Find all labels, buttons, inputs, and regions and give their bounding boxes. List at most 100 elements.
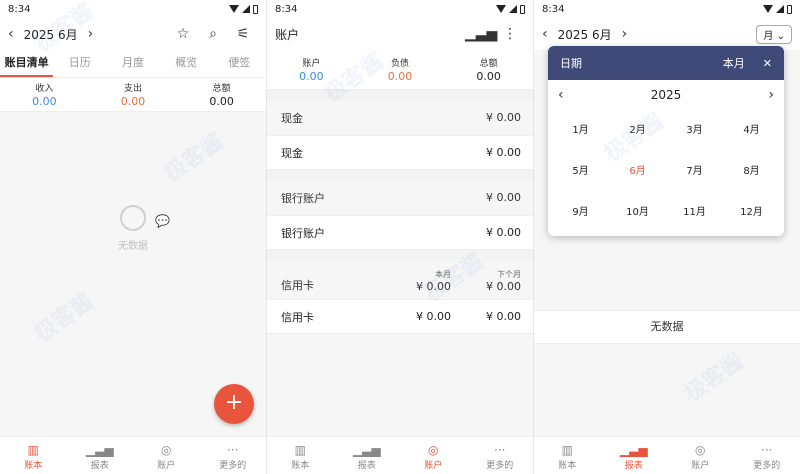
bar-chart-icon: ▁▃▅ xyxy=(352,443,381,457)
status-time: 8:34 xyxy=(275,3,298,15)
group-amount: ¥ 0.00 xyxy=(486,191,521,204)
month-option[interactable]: 5月 xyxy=(552,151,609,192)
status-icons xyxy=(496,4,525,14)
liabilities-summary: 负债 0.00 xyxy=(356,50,445,89)
book-icon: ▥ xyxy=(294,443,306,457)
account-label: 现金 xyxy=(281,146,303,160)
current-month-button[interactable]: 本月 xyxy=(723,55,745,71)
month-option[interactable]: 8月 xyxy=(723,151,780,192)
battery-icon xyxy=(787,4,792,14)
bookmark-star-icon[interactable]: ☆ xyxy=(168,26,198,42)
month-label[interactable]: 2025 6月 xyxy=(558,26,612,43)
income-label: 收入 xyxy=(35,84,54,94)
next-month-icon[interactable]: › xyxy=(622,26,628,42)
col-amount: ¥ 0.00 xyxy=(486,280,521,293)
bottom-nav: ▥ 账本 ▁▃▅ 报表 ◎ 账户 ··· 更多的 xyxy=(267,436,533,474)
assets-value: 0.00 xyxy=(299,70,324,83)
nav-accounts[interactable]: ◎ 账户 xyxy=(133,437,200,474)
month-selector: ‹ 2025 6月 › xyxy=(542,26,627,43)
account-row-cash[interactable]: 现金 ¥ 0.00 xyxy=(267,136,533,170)
nav-label: 账本 xyxy=(291,461,310,471)
nav-more[interactable]: ··· 更多的 xyxy=(734,437,800,474)
next-year-icon[interactable]: › xyxy=(768,87,774,103)
search-icon[interactable]: ⌕ xyxy=(198,26,228,42)
prev-year-icon[interactable]: ‹ xyxy=(558,87,564,103)
expense-label: 支出 xyxy=(124,84,143,94)
nav-label: 报表 xyxy=(357,461,376,471)
coins-icon: ◎ xyxy=(428,443,439,457)
tab-overview[interactable]: 概览 xyxy=(160,50,213,77)
top-bar: ‹ 2025 6月 › ☆ ⌕ ⚟ xyxy=(0,18,266,50)
more-vert-icon[interactable]: ⋮ xyxy=(495,26,525,42)
ledger-summary: 收入 0.00 支出 0.00 总额 0.00 xyxy=(0,78,266,112)
tab-calendar[interactable]: 日历 xyxy=(53,50,106,77)
nav-reports[interactable]: ▁▃▅ 报表 xyxy=(67,437,134,474)
next-month-amount: ¥ 0.00 xyxy=(486,310,521,323)
month-label[interactable]: 2025 6月 xyxy=(24,26,78,43)
next-month-icon[interactable]: › xyxy=(88,26,94,42)
month-option[interactable]: 3月 xyxy=(666,110,723,151)
income-summary: 收入 0.00 xyxy=(0,78,89,111)
month-option[interactable]: 11月 xyxy=(666,192,723,233)
nav-label: 账户 xyxy=(424,461,443,471)
account-row-bank[interactable]: 银行账户 ¥ 0.00 xyxy=(267,216,533,250)
filter-sliders-icon[interactable]: ⚟ xyxy=(228,26,258,42)
tab-monthly[interactable]: 月度 xyxy=(106,50,159,77)
period-dropdown[interactable]: 月 ⌄ xyxy=(756,24,792,44)
accounts-screen: 8:34 账户 ▁▃▅ ⋮ 账户 0.00 负债 0.00 总额 0.00 现金… xyxy=(267,0,533,474)
month-option[interactable]: 2月 xyxy=(609,110,666,151)
picker-title: 日期 xyxy=(560,57,582,70)
nav-more[interactable]: ··· 更多的 xyxy=(200,437,267,474)
nav-label: 报表 xyxy=(624,461,643,471)
nav-label: 账本 xyxy=(24,461,43,471)
liabilities-label: 负债 xyxy=(391,59,410,69)
month-grid: 1月 2月 3月 4月 5月 6月 7月 8月 9月 10月 11月 12月 xyxy=(548,110,784,233)
nav-label: 报表 xyxy=(90,461,109,471)
tab-ledger-list[interactable]: 账目清单 xyxy=(0,50,54,77)
month-option[interactable]: 10月 xyxy=(609,192,666,233)
top-bar: 账户 ▁▃▅ ⋮ xyxy=(267,18,533,50)
coins-icon: ◎ xyxy=(161,443,172,457)
nav-accounts[interactable]: ◎ 账户 xyxy=(667,437,734,474)
assets-label: 账户 xyxy=(302,59,321,69)
group-label: 信用卡 xyxy=(281,279,314,292)
col-label: 下个月 xyxy=(497,270,521,279)
tab-notes[interactable]: 便签 xyxy=(213,50,266,77)
section-gap xyxy=(267,90,533,100)
this-month-col: 本月 ¥ 0.00 xyxy=(381,269,451,293)
net-label: 总额 xyxy=(479,59,498,69)
nav-ledger[interactable]: ▥ 账本 xyxy=(267,437,334,474)
nav-reports[interactable]: ▁▃▅ 报表 xyxy=(601,437,668,474)
more-dots-icon: ··· xyxy=(761,443,773,457)
nav-accounts[interactable]: ◎ 账户 xyxy=(400,437,467,474)
close-icon[interactable]: ✕ xyxy=(763,57,772,70)
picker-header: 日期 本月 ✕ xyxy=(548,46,784,80)
this-month-amount: ¥ 0.00 xyxy=(416,310,451,323)
empty-text: 无数据 xyxy=(118,241,148,252)
speech-bubble-icon: 💬 xyxy=(155,214,170,228)
nav-reports[interactable]: ▁▃▅ 报表 xyxy=(334,437,401,474)
add-entry-button[interactable]: + xyxy=(214,384,254,424)
year-label: 2025 xyxy=(650,88,682,102)
prev-month-icon[interactable]: ‹ xyxy=(8,26,14,42)
nav-ledger[interactable]: ▥ 账本 xyxy=(0,437,67,474)
year-selector: ‹ 2025 › xyxy=(548,80,784,110)
book-icon: ▥ xyxy=(27,443,39,457)
month-option[interactable]: 4月 xyxy=(723,110,780,151)
net-summary: 总额 0.00 xyxy=(444,50,533,89)
month-option[interactable]: 12月 xyxy=(723,192,780,233)
bank-group-header: 银行账户 ¥ 0.00 xyxy=(267,180,533,216)
liabilities-value: 0.00 xyxy=(387,70,413,83)
month-option[interactable]: 1月 xyxy=(552,110,609,151)
empty-state: 无数据 xyxy=(0,205,266,252)
month-option-selected[interactable]: 6月 xyxy=(609,151,666,192)
month-option[interactable]: 7月 xyxy=(666,151,723,192)
section-gap xyxy=(267,250,533,260)
nav-more[interactable]: ··· 更多的 xyxy=(467,437,534,474)
prev-month-icon[interactable]: ‹ xyxy=(542,26,548,42)
month-option[interactable]: 9月 xyxy=(552,192,609,233)
chart-icon[interactable]: ▁▃▅ xyxy=(465,26,497,42)
nav-ledger[interactable]: ▥ 账本 xyxy=(534,437,601,474)
account-row-credit-card[interactable]: 信用卡 ¥ 0.00 ¥ 0.00 xyxy=(267,300,533,334)
expense-summary: 支出 0.00 xyxy=(89,78,178,111)
